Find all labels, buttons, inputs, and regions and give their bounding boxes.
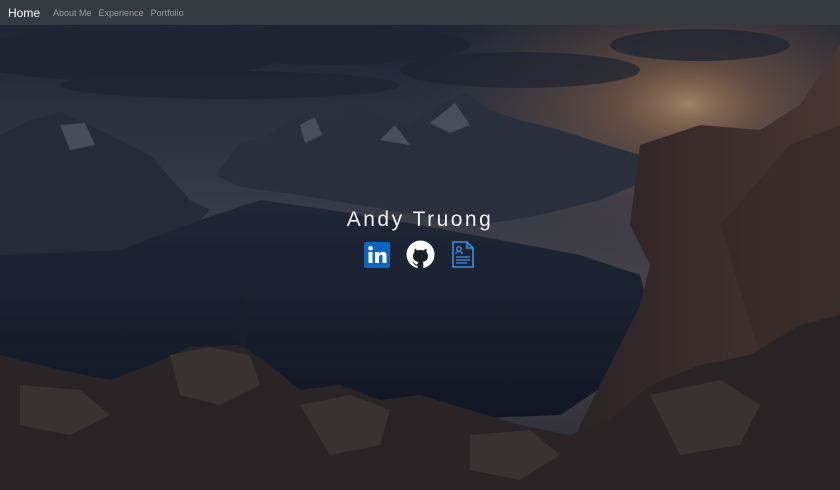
resume-icon	[452, 241, 474, 268]
hero-name: Andy Truong	[346, 208, 494, 231]
social-links	[363, 240, 478, 269]
hero-content: Andy Truong	[0, 25, 840, 490]
github-link[interactable]	[406, 240, 435, 269]
top-navbar: Home About Me Experience Portfolio	[0, 0, 840, 25]
linkedin-icon	[364, 241, 390, 268]
linkedin-link[interactable]	[363, 240, 392, 269]
nav-portfolio-link[interactable]: Portfolio	[151, 8, 184, 18]
resume-link[interactable]	[449, 240, 478, 269]
nav-experience-link[interactable]: Experience	[99, 8, 144, 18]
nav-home-link[interactable]: Home	[8, 6, 40, 20]
nav-about-me-link[interactable]: About Me	[53, 8, 92, 18]
github-icon	[406, 240, 434, 269]
